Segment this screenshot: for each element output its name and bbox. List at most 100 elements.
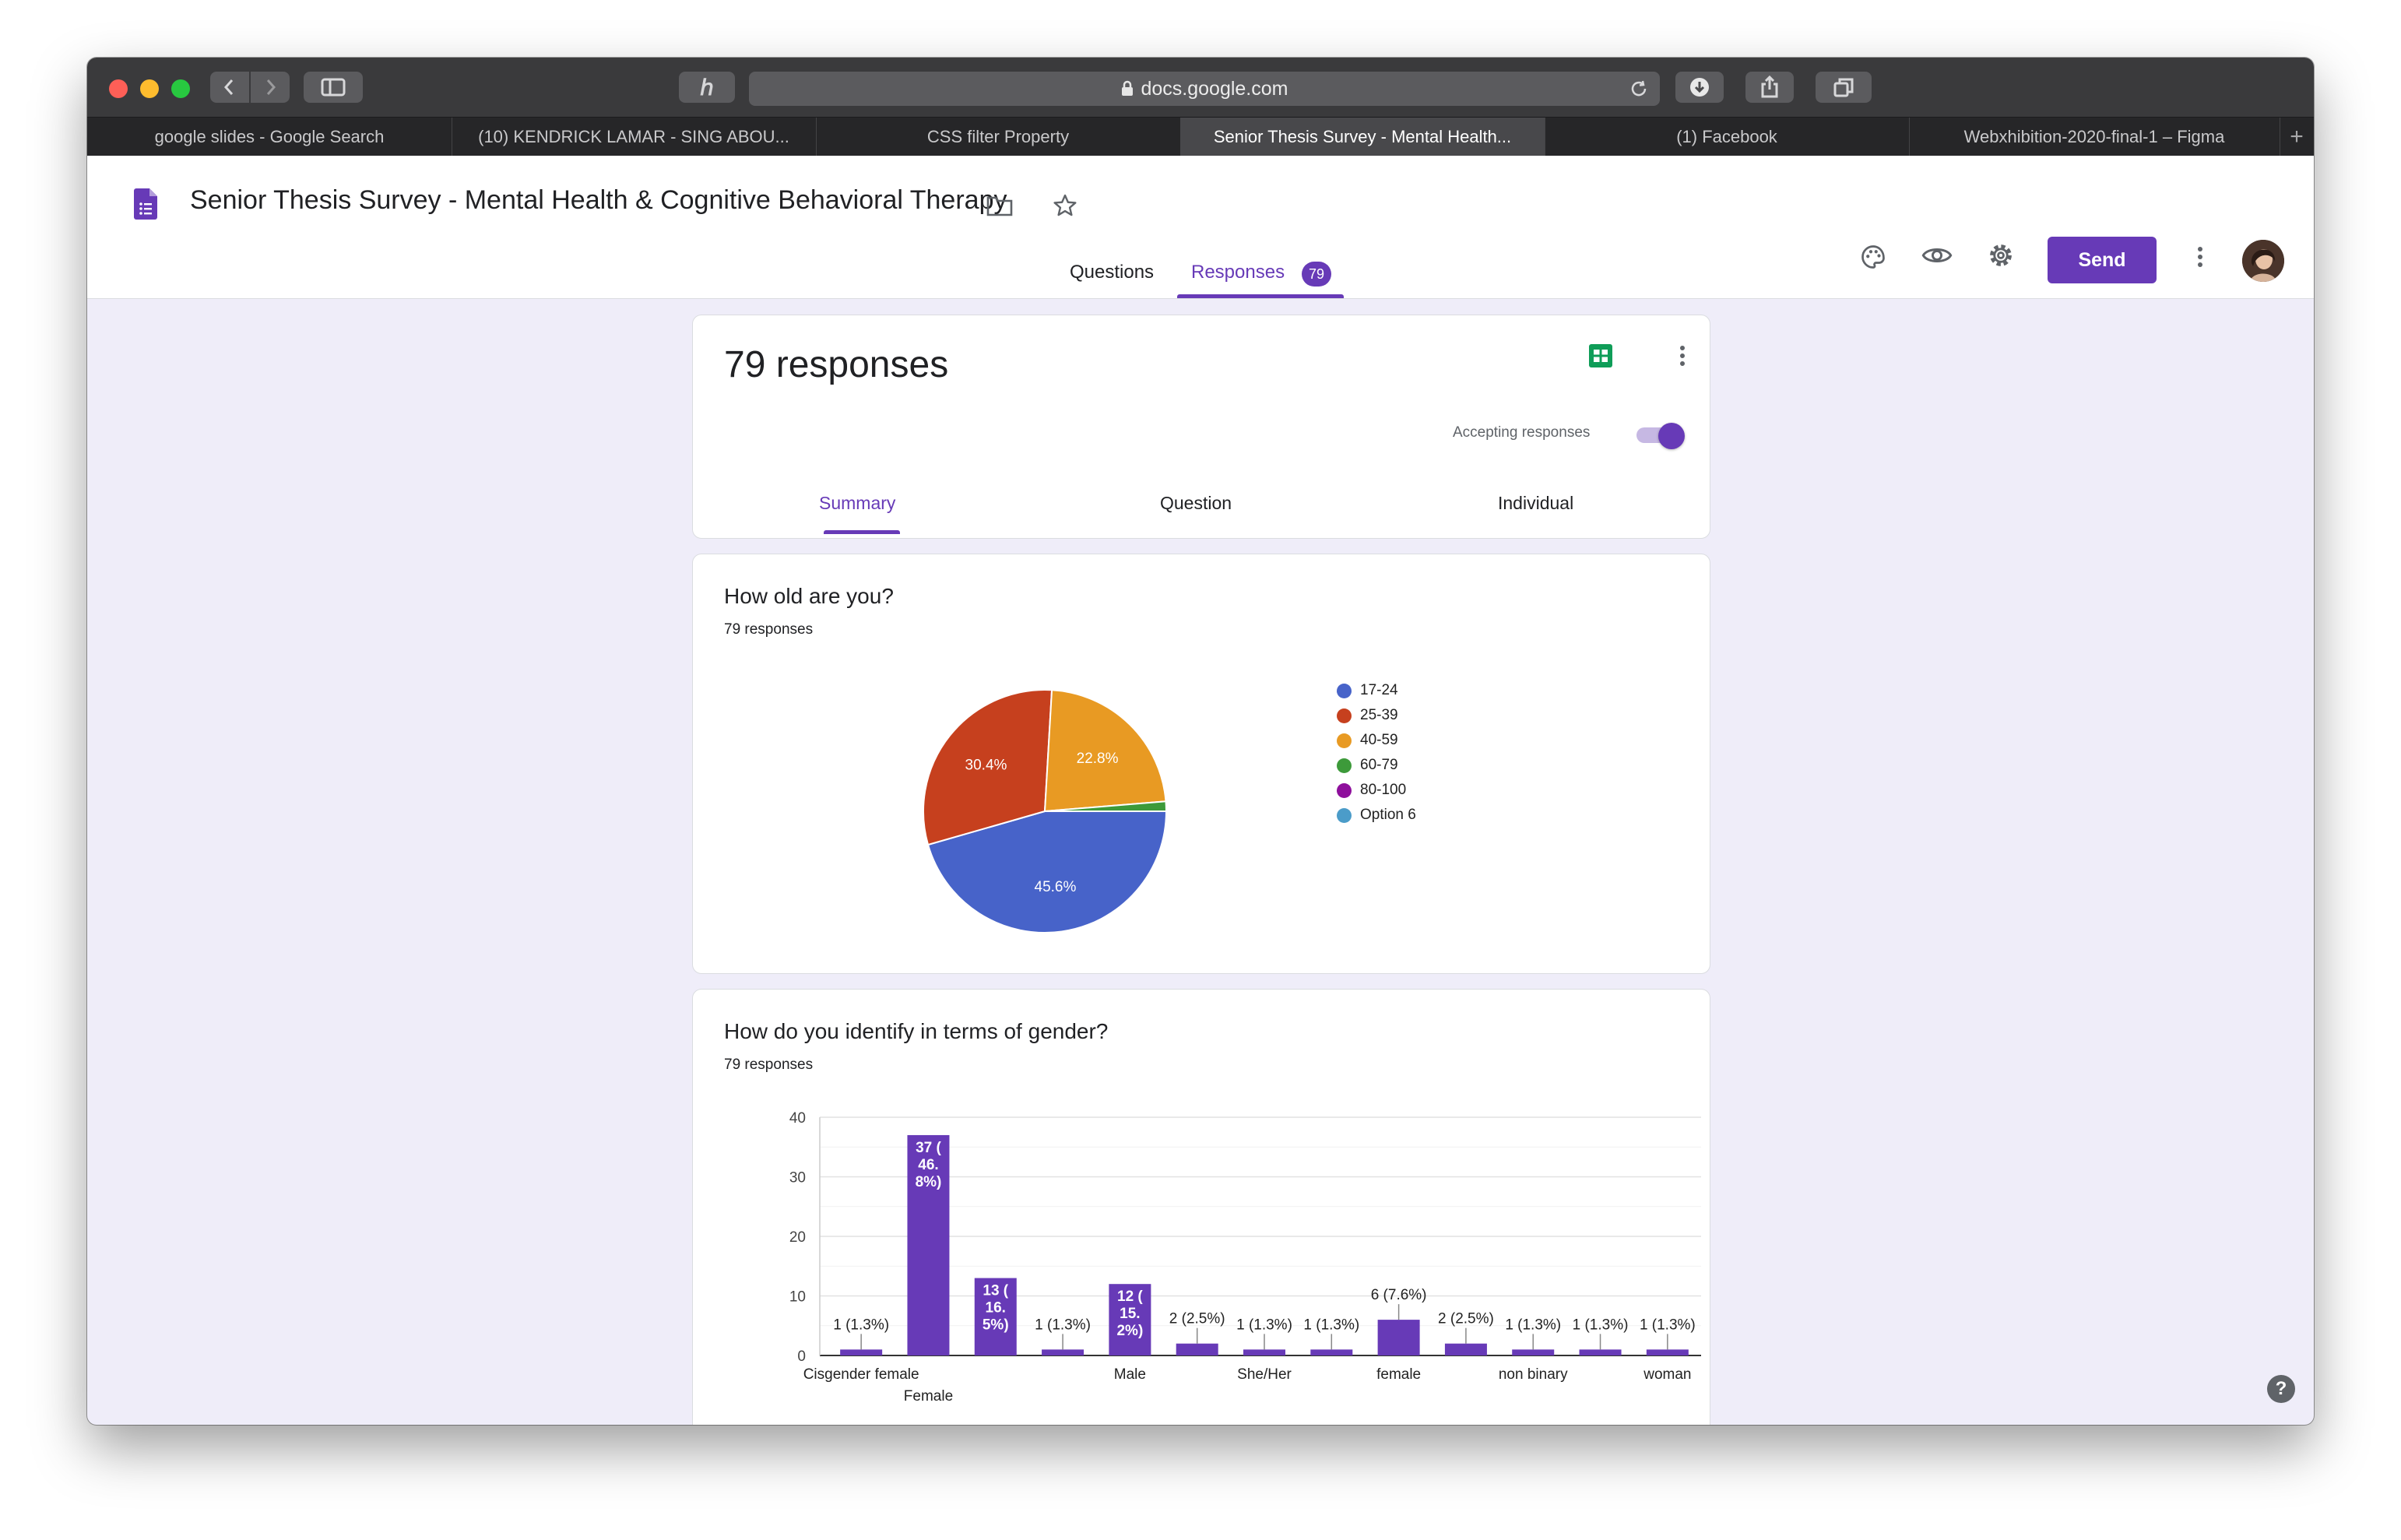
sheets-icon bbox=[1589, 344, 1612, 367]
bar[interactable] bbox=[1377, 1320, 1420, 1355]
browser-tab[interactable]: CSS filter Property bbox=[816, 118, 1181, 156]
tab-individual[interactable]: Individual bbox=[1498, 493, 1573, 514]
y-tick-label: 30 bbox=[789, 1170, 806, 1187]
bar[interactable] bbox=[1310, 1349, 1353, 1355]
bar-value-label: 12 ( bbox=[1117, 1289, 1143, 1305]
responses-summary-card: 79 responses Accepting responses Summary… bbox=[692, 315, 1710, 539]
sidebar-toggle-button[interactable] bbox=[304, 72, 363, 103]
bar-value-label: 1 (1.3%) bbox=[833, 1317, 889, 1333]
preview-button[interactable] bbox=[1918, 238, 1956, 272]
age-pie-legend: 17-24 25-39 40-59 60-79 80-100 Option 6 bbox=[1337, 682, 1492, 838]
legend-swatch bbox=[1337, 758, 1352, 773]
legend-item: 60-79 bbox=[1337, 757, 1398, 774]
browser-tab[interactable]: (10) KENDRICK LAMAR - SING ABOU... bbox=[452, 118, 817, 156]
eye-icon bbox=[1921, 248, 1953, 262]
tab-question[interactable]: Question bbox=[1160, 493, 1232, 514]
bar-value-label: 2 (2.5%) bbox=[1438, 1311, 1494, 1327]
bar-value-label: 1 (1.3%) bbox=[1573, 1317, 1629, 1333]
y-tick-label: 40 bbox=[789, 1110, 806, 1127]
zoom-window-button[interactable] bbox=[171, 79, 190, 98]
question-title: How do you identify in terms of gender? bbox=[724, 1019, 1109, 1043]
help-button[interactable]: ? bbox=[2267, 1375, 2295, 1403]
minimize-window-button[interactable] bbox=[140, 79, 159, 98]
tab-responses[interactable]: Responses bbox=[1191, 262, 1285, 283]
lock-icon bbox=[1122, 80, 1134, 96]
bar[interactable] bbox=[1444, 1343, 1487, 1355]
pie-slice-label: 22.8% bbox=[1077, 751, 1119, 767]
tabs-icon bbox=[1833, 78, 1854, 97]
back-button[interactable] bbox=[210, 72, 249, 103]
legend-item: Option 6 bbox=[1337, 807, 1416, 824]
x-tick-label: woman bbox=[1643, 1366, 1691, 1383]
bar-value-label: 46. bbox=[918, 1157, 938, 1173]
question-title: How old are you? bbox=[724, 584, 894, 608]
tab-summary[interactable]: Summary bbox=[819, 493, 895, 514]
y-tick-label: 0 bbox=[797, 1348, 806, 1365]
move-to-folder-button[interactable] bbox=[984, 190, 1015, 221]
bar-value-label: 5%) bbox=[983, 1317, 1009, 1334]
legend-swatch bbox=[1337, 683, 1352, 698]
legend-swatch bbox=[1337, 782, 1352, 798]
tab-overview-button[interactable] bbox=[1816, 72, 1872, 103]
account-avatar[interactable] bbox=[2242, 240, 2284, 282]
summary-more-button[interactable] bbox=[1672, 342, 1693, 370]
help-icon: ? bbox=[2275, 1378, 2287, 1399]
question-card-age: How old are you? 79 responses 45.6% 30.4%… bbox=[692, 554, 1710, 974]
legend-swatch bbox=[1337, 733, 1352, 748]
responses-count-badge: 79 bbox=[1302, 262, 1331, 287]
star-icon bbox=[1053, 194, 1077, 216]
x-tick-label: Cisgender female bbox=[803, 1366, 919, 1383]
send-button[interactable]: Send bbox=[2048, 237, 2157, 283]
bar[interactable] bbox=[1176, 1343, 1218, 1355]
new-tab-button[interactable]: + bbox=[2280, 118, 2314, 156]
bar[interactable] bbox=[840, 1349, 883, 1355]
x-tick-label: female bbox=[1376, 1366, 1421, 1383]
forms-header: Senior Thesis Survey - Mental Health & C… bbox=[87, 156, 2314, 299]
tab-questions[interactable]: Questions bbox=[1070, 262, 1154, 283]
bar[interactable] bbox=[1579, 1349, 1622, 1355]
bar[interactable] bbox=[1243, 1349, 1285, 1355]
x-tick-label: Female bbox=[904, 1388, 953, 1405]
bar-value-label: 1 (1.3%) bbox=[1640, 1317, 1696, 1333]
bar-value-label: 37 ( bbox=[916, 1140, 941, 1156]
browser-tab[interactable]: (1) Facebook bbox=[1545, 118, 1910, 156]
bar-value-label: 13 ( bbox=[983, 1283, 1008, 1299]
legend-label: Option 6 bbox=[1360, 807, 1416, 823]
gear-icon bbox=[1990, 244, 2012, 266]
accepting-responses-toggle[interactable] bbox=[1636, 423, 1686, 449]
view-in-sheets-button[interactable] bbox=[1585, 340, 1616, 371]
settings-button[interactable] bbox=[1984, 238, 2018, 272]
pie-slice-label: 45.6% bbox=[1035, 879, 1077, 895]
chevron-left-icon bbox=[223, 79, 234, 95]
palette-icon bbox=[1861, 245, 1885, 269]
browser-tab-label: (1) Facebook bbox=[1676, 127, 1777, 146]
star-button[interactable] bbox=[1049, 190, 1081, 221]
downloads-button[interactable] bbox=[1675, 72, 1724, 103]
bar[interactable] bbox=[1512, 1349, 1555, 1355]
responses-heading: 79 responses bbox=[724, 344, 949, 385]
bar[interactable] bbox=[1042, 1349, 1084, 1355]
browser-tab-active[interactable]: Senior Thesis Survey - Mental Health... bbox=[1180, 118, 1545, 156]
extension-button[interactable]: ℎ bbox=[679, 72, 735, 103]
browser-tab[interactable]: google slides - Google Search bbox=[87, 118, 452, 156]
browser-tab-bar: google slides - Google Search (10) KENDR… bbox=[87, 117, 2314, 156]
form-title[interactable]: Senior Thesis Survey - Mental Health & C… bbox=[190, 185, 1060, 216]
address-bar[interactable]: docs.google.com bbox=[749, 72, 1660, 106]
more-options-button[interactable] bbox=[2189, 241, 2211, 272]
legend-item: 17-24 bbox=[1337, 682, 1398, 699]
question-card-gender: How do you identify in terms of gender? … bbox=[692, 989, 1710, 1425]
share-button[interactable] bbox=[1745, 72, 1794, 103]
share-icon bbox=[1761, 76, 1778, 98]
customize-theme-button[interactable] bbox=[1856, 240, 1890, 274]
chevron-right-icon bbox=[266, 79, 276, 95]
reload-icon[interactable] bbox=[1629, 79, 1649, 99]
bar[interactable] bbox=[1646, 1349, 1689, 1355]
bar-value-label: 2%) bbox=[1116, 1323, 1143, 1339]
browser-tab[interactable]: Webxhibition-2020-final-1 – Figma bbox=[1909, 118, 2280, 156]
close-window-button[interactable] bbox=[109, 79, 128, 98]
folder-icon bbox=[986, 196, 1013, 216]
forward-button[interactable] bbox=[251, 72, 290, 103]
summary-tab-indicator bbox=[824, 530, 900, 534]
x-tick-label: Male bbox=[1114, 1366, 1146, 1383]
browser-tab-label: CSS filter Property bbox=[926, 127, 1070, 146]
